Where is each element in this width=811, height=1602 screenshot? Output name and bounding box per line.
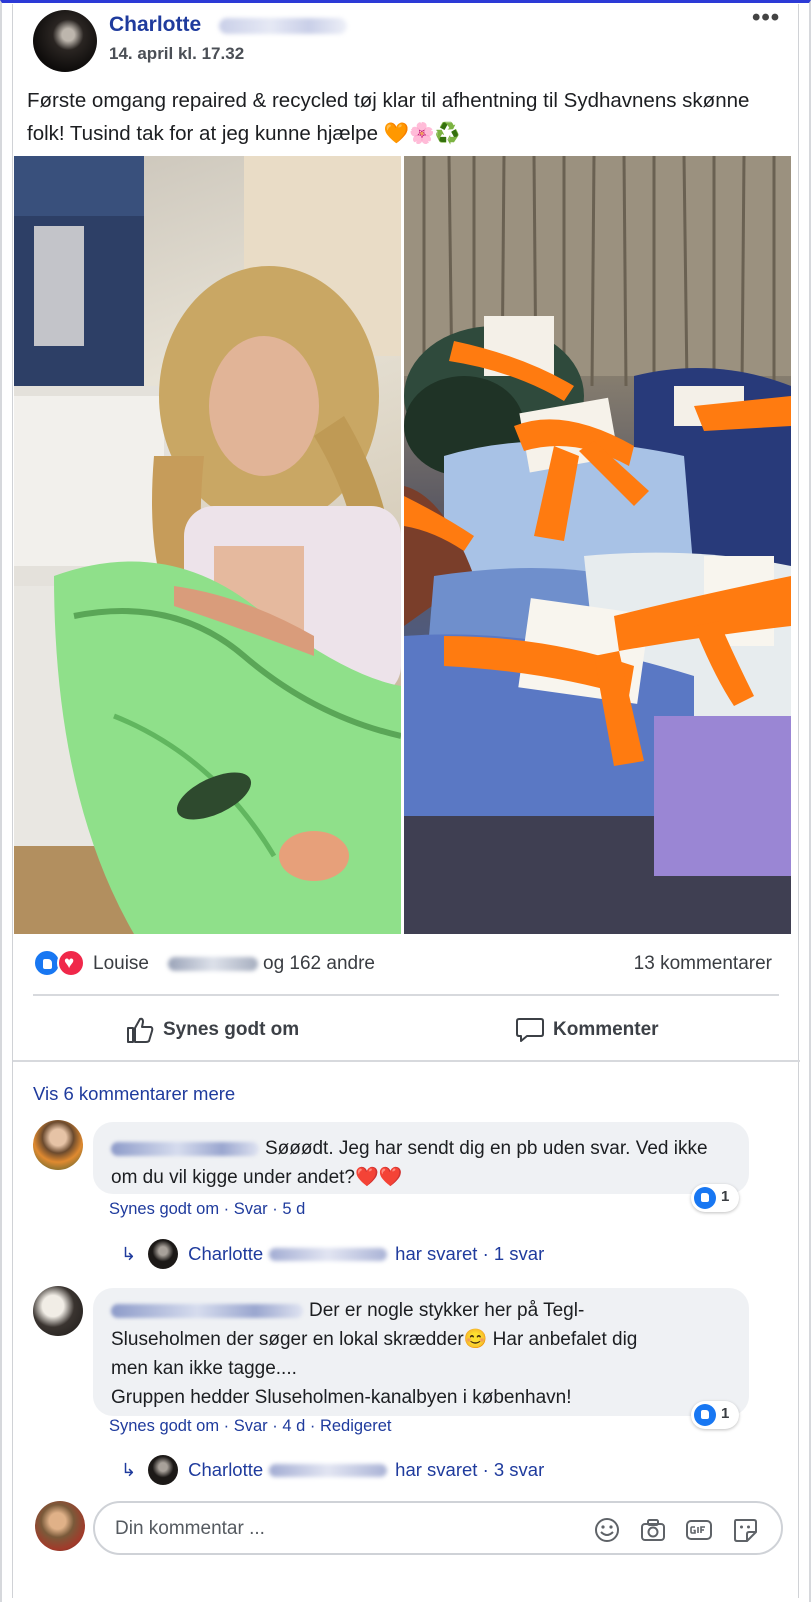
- comment-bubble: Der er nogle stykker her på Tegl- Sluseh…: [93, 1288, 749, 1416]
- reactors-others[interactable]: og 162 andre: [263, 953, 375, 975]
- post-text: Første omgang repaired & recycled tøj kl…: [27, 89, 750, 145]
- gif-icon[interactable]: [685, 1516, 713, 1544]
- love-reaction-icon: [57, 949, 85, 977]
- like-button[interactable]: Synes godt om: [125, 1010, 299, 1050]
- comment-meta: Synes godt om · Svar · 5 d: [109, 1200, 306, 1218]
- author-surname-blurred: [219, 18, 347, 34]
- comment-button[interactable]: Kommenter: [515, 1010, 659, 1050]
- like-reaction-icon: [694, 1187, 716, 1209]
- comment-like-count: 1: [721, 1405, 730, 1422]
- author-avatar[interactable]: [33, 10, 97, 72]
- reply-author-avatar: [148, 1239, 179, 1269]
- comment-like-badge[interactable]: 1: [691, 1401, 739, 1429]
- comment-reply-link[interactable]: Svar: [234, 1417, 268, 1435]
- comment-age[interactable]: 4 d: [282, 1417, 305, 1435]
- comment-meta: Synes godt om · Svar · 4 d · Redigeret: [109, 1417, 392, 1435]
- reply-summary: har svaret · 3 svar: [395, 1459, 545, 1480]
- photo-clothes[interactable]: [404, 156, 791, 934]
- photo-sewing[interactable]: [14, 156, 401, 934]
- commenter-name-blurred[interactable]: [111, 1141, 259, 1156]
- comment-text-line: Sluseholmen der søger en lokal skrædder😊…: [111, 1329, 638, 1350]
- comment-like-link[interactable]: Synes godt om: [109, 1417, 219, 1435]
- comment-text-line: men kan ikke tagge....: [111, 1358, 297, 1379]
- comment-edited-label[interactable]: Redigeret: [320, 1417, 392, 1435]
- commenter-avatar[interactable]: [33, 1286, 83, 1336]
- reply-author-surname-blurred: [269, 1463, 388, 1477]
- like-reaction-icon: [694, 1404, 716, 1426]
- reply-arrow-icon: ↳: [121, 1459, 137, 1480]
- reactor-surname-blurred: [168, 957, 258, 971]
- post-timestamp[interactable]: 14. april kl. 17.32: [109, 44, 244, 64]
- thumbs-up-icon: [127, 1017, 154, 1043]
- reactor-name[interactable]: Louise: [93, 953, 149, 975]
- comment-like-badge[interactable]: 1: [691, 1184, 739, 1212]
- reply-author-surname-blurred: [269, 1247, 388, 1261]
- reaction-icons[interactable]: [33, 949, 93, 979]
- reply-author-avatar: [148, 1455, 179, 1485]
- reply-arrow-icon: ↳: [121, 1243, 137, 1264]
- reply-summary: har svaret · 1 svar: [395, 1243, 545, 1264]
- replies-link[interactable]: ↳ Charlotte har svaret · 3 svar: [121, 1453, 544, 1487]
- comment-text-line: Der er nogle stykker her på Tegl-: [309, 1300, 585, 1321]
- comment-input-placeholder: Din kommentar ...: [115, 1518, 265, 1539]
- view-more-comments-link[interactable]: Vis 6 kommentarer mere: [33, 1083, 235, 1105]
- comment-reply-link[interactable]: Svar: [234, 1200, 268, 1218]
- like-button-label: Synes godt om: [163, 1019, 300, 1040]
- comment-input[interactable]: Din kommentar ...: [93, 1501, 783, 1555]
- comment-text-line: Gruppen hedder Sluseholmen-kanalbyen i k…: [111, 1387, 572, 1408]
- current-user-avatar[interactable]: [35, 1501, 85, 1551]
- replies-link[interactable]: ↳ Charlotte har svaret · 1 svar: [121, 1237, 544, 1271]
- divider: [33, 994, 779, 996]
- commenter-name-blurred[interactable]: [111, 1303, 303, 1318]
- comment-age[interactable]: 5 d: [282, 1200, 305, 1218]
- commenter-avatar[interactable]: [33, 1120, 83, 1170]
- sticker-icon[interactable]: [731, 1516, 759, 1544]
- comment-count[interactable]: 13 kommentarer: [634, 953, 772, 975]
- comment-like-count: 1: [721, 1188, 730, 1205]
- reply-author-name: Charlotte: [188, 1243, 264, 1264]
- divider: [13, 1060, 800, 1062]
- comment-button-label: Kommenter: [553, 1019, 659, 1040]
- comment-bubble: Søøødt. Jeg har sendt dig en pb uden sva…: [93, 1122, 749, 1194]
- emoji-icon[interactable]: [593, 1516, 621, 1544]
- photo-sewing-illustration: [14, 156, 401, 934]
- comment-like-link[interactable]: Synes godt om: [109, 1200, 219, 1218]
- post-card: Charlotte 14. april kl. 17.32 ••• Første…: [12, 4, 800, 1598]
- comment-bubble-icon: [516, 1018, 544, 1042]
- photo-clothes-illustration: [404, 156, 791, 934]
- more-options-icon[interactable]: •••: [752, 4, 780, 32]
- author-name[interactable]: Charlotte: [109, 13, 201, 37]
- reply-author-name: Charlotte: [188, 1459, 264, 1480]
- camera-icon[interactable]: [639, 1516, 667, 1544]
